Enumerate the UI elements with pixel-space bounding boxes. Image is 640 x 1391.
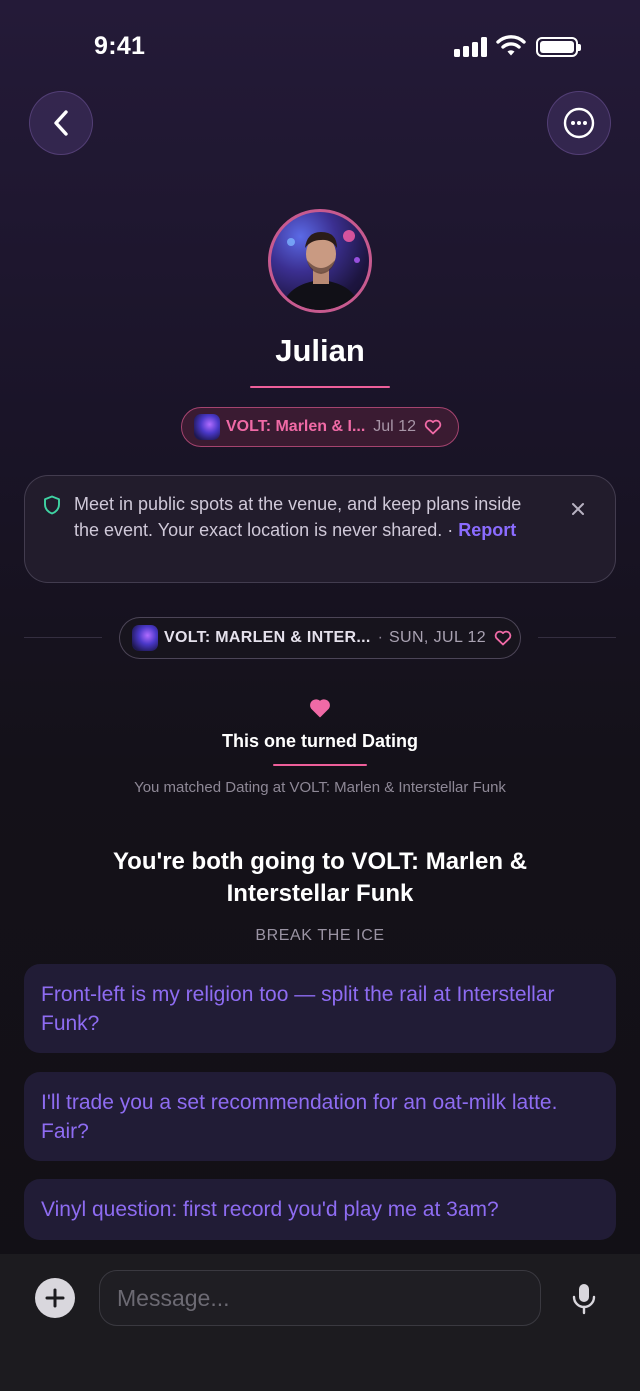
icebreaker-prompt-text: I'll trade you a set recommendation for … — [41, 1090, 558, 1143]
match-underline — [273, 764, 367, 766]
event-chip[interactable]: VOLT: Marlen & I... Jul 12 — [181, 407, 459, 447]
ellipsis-circle-icon — [563, 107, 595, 139]
safety-notice: Meet in public spots at the venue, and k… — [24, 475, 616, 583]
heart-icon — [310, 699, 330, 718]
break-the-ice-label: BREAK THE ICE — [255, 927, 385, 944]
match-title: This one turned Dating — [222, 731, 418, 751]
event-pill-title: VOLT: MARLEN & INTER... — [164, 629, 371, 646]
plus-icon — [45, 1288, 65, 1308]
report-link[interactable]: Report — [458, 520, 516, 540]
match-subtitle: You matched Dating at VOLT: Marlen & Int… — [134, 779, 506, 796]
microphone-icon[interactable] — [571, 1282, 597, 1316]
more-options-button[interactable] — [547, 91, 611, 155]
close-icon[interactable] — [571, 502, 585, 516]
message-composer — [0, 1254, 640, 1391]
shield-icon — [44, 495, 60, 515]
icebreaker-prompt[interactable]: I'll trade you a set recommendation for … — [24, 1072, 616, 1161]
heart-outline-icon — [494, 630, 512, 646]
message-input[interactable] — [99, 1270, 541, 1326]
event-pill-date: SUN, JUL 12 — [388, 629, 487, 646]
profile-name: Julian — [275, 333, 365, 368]
icebreaker-heading: You're both going to VOLT: Marlen & Inte… — [112, 848, 528, 907]
safety-message: Meet in public spots at the venue, and k… — [74, 494, 522, 540]
divider-right — [538, 637, 616, 638]
divider-left — [24, 637, 102, 638]
name-underline — [250, 386, 390, 388]
add-attachment-button[interactable] — [35, 1278, 75, 1318]
event-chip-date: Jul 12 — [373, 418, 416, 435]
back-button[interactable] — [29, 91, 93, 155]
event-pill-separator: · — [377, 629, 383, 646]
icebreaker-prompt-text: Vinyl question: first record you'd play … — [41, 1198, 499, 1221]
event-thumbnail — [132, 625, 158, 651]
status-time: 9:41 — [94, 32, 146, 60]
profile-photo — [281, 230, 361, 310]
safety-text: Meet in public spots at the venue, and k… — [74, 491, 544, 543]
battery-icon — [536, 37, 581, 57]
avatar[interactable] — [268, 209, 372, 313]
icebreaker-prompt[interactable]: Front-left is my religion too — split th… — [24, 964, 616, 1053]
icebreaker-prompt-text: Front-left is my religion too — split th… — [41, 982, 555, 1035]
status-bar: 9:41 — [0, 0, 640, 96]
signal-icon — [454, 37, 488, 57]
event-pill[interactable]: VOLT: MARLEN & INTER... · SUN, JUL 12 — [119, 617, 521, 659]
wifi-icon — [496, 35, 526, 56]
heart-outline-icon — [424, 419, 442, 435]
chevron-left-icon — [54, 110, 68, 136]
event-chip-title: VOLT: Marlen & I... — [226, 418, 366, 435]
icebreaker-prompt[interactable]: Vinyl question: first record you'd play … — [24, 1179, 616, 1240]
event-thumbnail — [194, 414, 220, 440]
